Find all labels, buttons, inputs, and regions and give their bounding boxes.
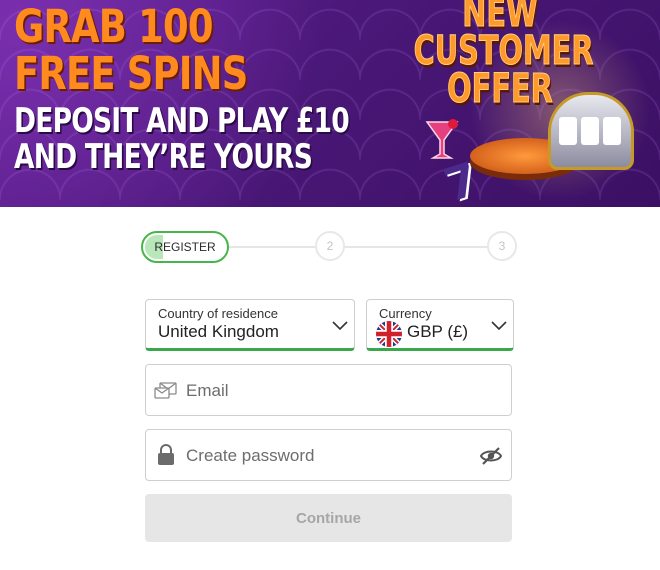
country-value: United Kingdom <box>158 322 279 341</box>
password-placeholder: Create password <box>186 446 315 465</box>
step-connector <box>345 246 487 248</box>
eye-off-icon[interactable] <box>479 444 503 468</box>
country-label: Country of residence <box>158 306 278 321</box>
promo-text: GRAB 100 FREE SPINS DEPOSIT AND PLAY £10… <box>14 4 443 174</box>
step-3: 3 <box>487 231 517 261</box>
lock-icon <box>154 443 178 467</box>
offer-line3: OFFER <box>447 66 553 112</box>
envelope-icon <box>154 378 178 402</box>
currency-label: Currency <box>379 306 432 321</box>
step-2: 2 <box>315 231 345 261</box>
promo-subline-line1: DEPOSIT AND PLAY £10 <box>14 101 350 141</box>
step-connector <box>229 246 315 248</box>
currency-select[interactable]: Currency GBP (£) <box>366 299 514 351</box>
chevron-down-icon <box>332 318 348 331</box>
slot-reel <box>581 117 599 145</box>
chevron-down-icon <box>491 318 507 331</box>
registration-stepper: REGISTER 2 3 <box>141 231 518 263</box>
email-placeholder: Email <box>186 381 229 400</box>
email-field[interactable]: Email <box>145 364 512 416</box>
continue-button[interactable]: Continue <box>145 494 512 542</box>
promo-headline-line1: GRAB 100 <box>14 0 214 53</box>
offer-text: NEW CUSTOMER OFFER <box>410 0 594 112</box>
country-select[interactable]: Country of residence United Kingdom <box>145 299 355 351</box>
promo-subline-line2: AND THEY’RE YOURS <box>14 137 313 177</box>
currency-value: GBP (£) <box>407 322 469 341</box>
promo-banner[interactable]: GRAB 100 FREE SPINS DEPOSIT AND PLAY £10… <box>0 0 660 207</box>
password-field[interactable]: Create password <box>145 429 512 481</box>
step-register: REGISTER <box>141 231 229 263</box>
step-register-label: REGISTER <box>154 240 216 254</box>
slot-reel <box>603 117 621 145</box>
slot-reel <box>559 117 577 145</box>
promo-headline-line2: FREE SPINS <box>14 47 248 100</box>
uk-flag-icon <box>376 321 402 347</box>
offer-line2: CUSTOMER <box>413 28 594 74</box>
